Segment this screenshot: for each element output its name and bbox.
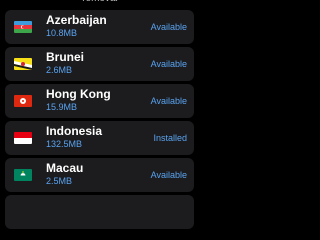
status-badge: Available bbox=[150, 59, 187, 69]
region-name: Macau bbox=[46, 161, 84, 175]
azerbaijan-flag-icon bbox=[14, 21, 32, 33]
region-name: Brunei bbox=[46, 50, 85, 64]
region-size: 10.8MB bbox=[46, 28, 78, 38]
brunei-flag-icon bbox=[14, 58, 32, 70]
indonesia-flag-icon bbox=[14, 132, 32, 144]
status-badge: Available bbox=[150, 22, 187, 32]
region-size: 132.5MB bbox=[46, 139, 83, 149]
hong-kong-flag-icon bbox=[14, 95, 32, 107]
list-item-azerbaijan[interactable]: Azerbaijan 10.8MB Available bbox=[5, 10, 194, 44]
status-badge: Installed bbox=[153, 133, 187, 143]
status-badge: Available bbox=[150, 96, 187, 106]
list-item-hong-kong[interactable]: Hong Kong 15.9MB Available bbox=[5, 84, 194, 118]
macau-flag-icon bbox=[14, 169, 32, 181]
status-badge: Available bbox=[150, 170, 187, 180]
region-name: Hong Kong bbox=[46, 87, 111, 101]
list-item-brunei[interactable]: Brunei 2.6MB Available bbox=[5, 47, 194, 81]
region-size: 2.5MB bbox=[46, 176, 73, 186]
list-item-macau[interactable]: Macau 2.5MB Available bbox=[5, 158, 194, 192]
list-item-indonesia[interactable]: Indonesia 132.5MB Installed bbox=[5, 121, 194, 155]
region-size: 15.9MB bbox=[46, 102, 78, 112]
header-text: removal bbox=[0, 0, 200, 5]
list-item-partial[interactable] bbox=[5, 195, 194, 229]
region-name: Azerbaijan bbox=[46, 13, 107, 27]
region-size: 2.6MB bbox=[46, 65, 73, 75]
region-name: Indonesia bbox=[46, 124, 103, 138]
